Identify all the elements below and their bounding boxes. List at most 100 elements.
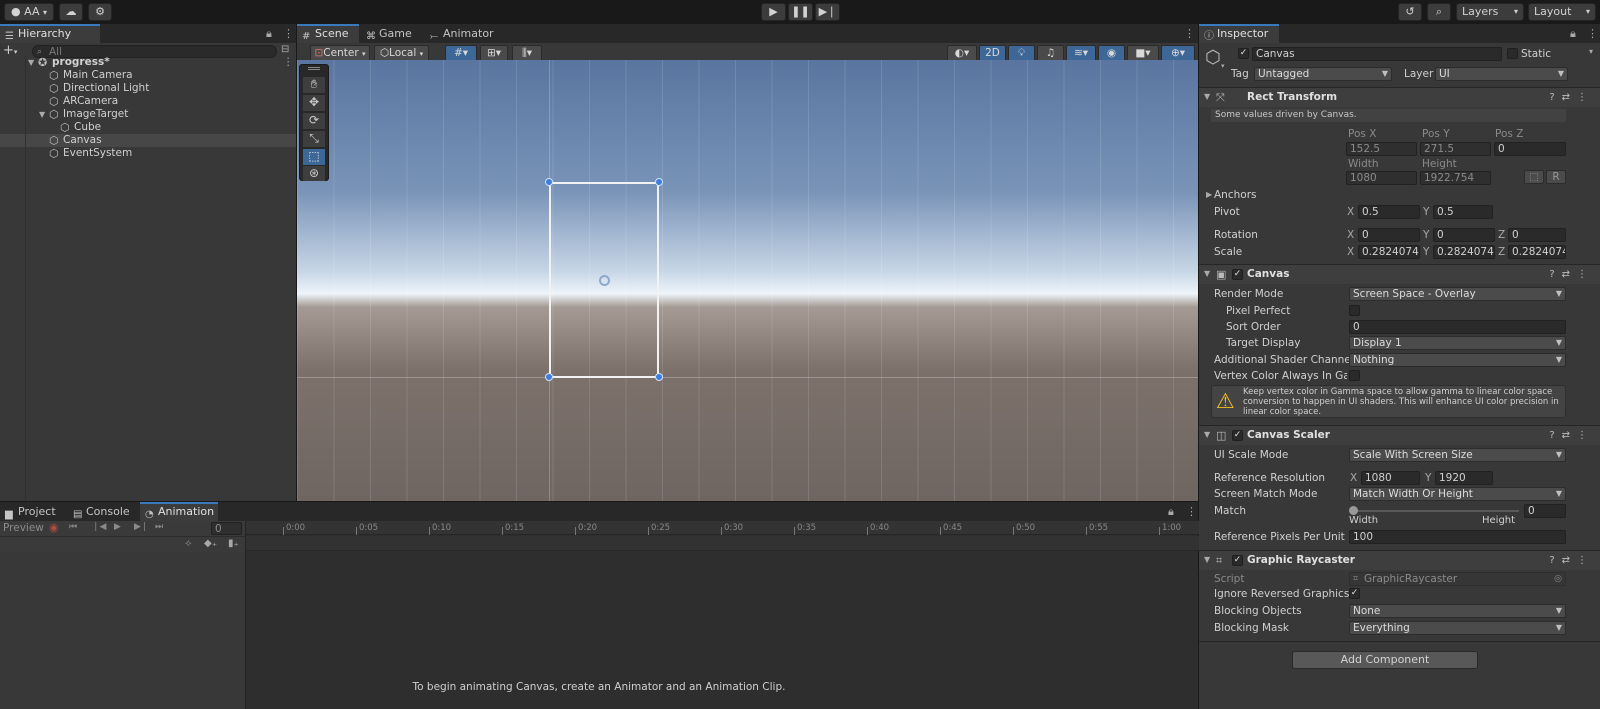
sort-order-field[interactable]: 0	[1349, 320, 1566, 334]
lock-icon[interactable]: 🔒︎	[1570, 27, 1576, 41]
pivot-handle[interactable]	[599, 275, 610, 286]
prev-keyframe-icon[interactable]: ❘◀	[92, 522, 106, 532]
rect-handle[interactable]	[545, 373, 553, 381]
blocking-mask-dropdown[interactable]: Everything ▼	[1349, 621, 1566, 635]
kebab-menu-icon[interactable]: ⋮	[1587, 27, 1598, 40]
last-keyframe-icon[interactable]: ⏭	[155, 522, 163, 532]
account-button[interactable]: ● AA ▾	[4, 3, 54, 21]
pivot-y-field[interactable]: 0.5	[1433, 205, 1493, 219]
ui-scale-mode-dropdown[interactable]: Scale With Screen Size ▼	[1349, 448, 1566, 462]
fold-arrow-icon[interactable]: ▼	[39, 108, 45, 121]
tab-inspector[interactable]: ⓘ Inspector	[1199, 24, 1279, 43]
rect-handle[interactable]	[655, 373, 663, 381]
pause-button[interactable]: ❚❚	[788, 3, 813, 21]
component-header-icons[interactable]: ?⇄⋮	[1549, 92, 1594, 103]
match-slider-track[interactable]	[1353, 510, 1519, 512]
ignore-reversed-checkbox[interactable]: ✓	[1349, 588, 1360, 599]
target-display-dropdown[interactable]: Display 1 ▼	[1349, 336, 1566, 350]
search-filter-icon[interactable]: ⊟	[281, 44, 289, 55]
next-keyframe-icon[interactable]: ▶❘	[134, 522, 148, 532]
canvas-scaler-enabled-checkbox[interactable]: ✓	[1232, 430, 1243, 441]
tab-game[interactable]: ⌘ Game	[361, 24, 421, 43]
layer-dropdown[interactable]: UI ▼	[1435, 67, 1568, 81]
active-checkbox[interactable]: ✓	[1238, 48, 1249, 59]
move-tool-button[interactable]: ✥	[303, 95, 325, 111]
layers-dropdown[interactable]: Layers ▾	[1456, 3, 1524, 21]
rotation-y-field[interactable]: 0	[1433, 228, 1495, 242]
lock-icon[interactable]: 🔒︎	[1168, 505, 1174, 519]
rect-transform-header[interactable]: ▼ ⤧ Rect Transform ?⇄⋮	[1199, 87, 1600, 107]
script-field[interactable]: ⌗ GraphicRaycaster ◎	[1349, 572, 1566, 586]
ref-resolution-x-field[interactable]: 1080	[1361, 471, 1420, 485]
event-track[interactable]	[246, 536, 1199, 551]
drag-handle-icon[interactable]	[308, 67, 320, 70]
static-dropdown-arrow[interactable]: ▾	[1589, 47, 1593, 56]
posz-field[interactable]: 0	[1494, 142, 1566, 156]
posx-field[interactable]: 152.5	[1346, 142, 1417, 156]
pivot-x-field[interactable]: 0.5	[1358, 205, 1420, 219]
add-keyframe-icon[interactable]: ◆₊	[204, 538, 217, 549]
hierarchy-item[interactable]: ▼ ⬡ ImageTarget	[0, 108, 296, 121]
width-field[interactable]: 1080	[1346, 171, 1417, 185]
rotate-tool-button[interactable]: ⟳	[303, 113, 325, 129]
rect-tool-button[interactable]: ⬚	[303, 149, 325, 165]
tab-animator[interactable]: ⤚ Animator	[425, 24, 495, 43]
static-checkbox[interactable]	[1507, 48, 1518, 59]
object-name-field[interactable]: Canvas	[1252, 47, 1502, 61]
scene-viewport[interactable]: ✋︎ ✥ ⟳ ⤡ ⬚ ⊛	[297, 60, 1198, 501]
raw-edit-button[interactable]: R	[1546, 170, 1566, 184]
search-button[interactable]: ⌕	[1427, 3, 1451, 21]
play-button[interactable]: ▶	[761, 3, 786, 21]
anchors-label[interactable]: Anchors	[1214, 189, 1256, 201]
tab-console[interactable]: ▤ Console	[68, 502, 138, 521]
preview-button[interactable]: Preview	[3, 522, 44, 534]
raycaster-enabled-checkbox[interactable]: ✓	[1232, 555, 1243, 566]
hand-tool-button[interactable]: ✋︎	[303, 77, 325, 93]
hierarchy-item-selected[interactable]: ⬡ Canvas	[0, 134, 296, 147]
rotation-z-field[interactable]: 0	[1508, 228, 1566, 242]
rotation-x-field[interactable]: 0	[1358, 228, 1420, 242]
component-header-icons[interactable]: ?⇄⋮	[1549, 269, 1594, 280]
match-value-field[interactable]: 0	[1524, 504, 1566, 518]
tab-scene[interactable]: # Scene	[297, 24, 359, 43]
match-slider-thumb[interactable]	[1349, 506, 1358, 515]
first-keyframe-icon[interactable]: ⏮	[69, 522, 77, 532]
tag-dropdown[interactable]: Untagged ▼	[1254, 67, 1392, 81]
target-icon[interactable]: ◎	[1554, 573, 1562, 585]
blueprint-mode-button[interactable]: ⬚	[1524, 170, 1544, 184]
scale-y-field[interactable]: 0.2824074	[1433, 245, 1495, 259]
canvas-header[interactable]: ▼ ▣ ✓ Canvas ?⇄⋮	[1199, 264, 1600, 284]
frame-field[interactable]: 0	[211, 522, 242, 535]
posy-field[interactable]: 271.5	[1420, 142, 1491, 156]
graphic-raycaster-header[interactable]: ▼ ⌗ ✓ Graphic Raycaster ?⇄⋮	[1199, 550, 1600, 570]
hierarchy-item[interactable]: ⬡ ARCamera	[0, 95, 296, 108]
filter-icon[interactable]: ⟡	[185, 538, 192, 549]
icon-dropdown-arrow[interactable]: ▾	[1221, 62, 1225, 70]
scale-z-field[interactable]: 0.2824074	[1508, 245, 1566, 259]
hierarchy-item[interactable]: ⬡ EventSystem	[0, 147, 296, 160]
scene-root-row[interactable]: ▼ ✪ progress* ⋮	[0, 56, 296, 69]
add-event-icon[interactable]: ▮₊	[228, 538, 239, 549]
cloud-button[interactable]: ☁	[59, 3, 83, 21]
step-button[interactable]: ▶❘	[815, 3, 840, 21]
canvas-scaler-header[interactable]: ▼ ◫ ✓ Canvas Scaler ?⇄⋮	[1199, 425, 1600, 445]
blocking-objects-dropdown[interactable]: None ▼	[1349, 604, 1566, 618]
scene-kebab-icon[interactable]: ⋮	[283, 56, 294, 69]
fold-arrow-icon[interactable]: ▶	[1206, 190, 1212, 199]
transform-tool-button[interactable]: ⊛	[303, 166, 325, 181]
scale-x-field[interactable]: 0.2824074	[1358, 245, 1420, 259]
kebab-menu-icon[interactable]: ⋮	[1184, 27, 1195, 40]
ref-resolution-y-field[interactable]: 1920	[1435, 471, 1493, 485]
services-button[interactable]: ⚙	[88, 3, 112, 21]
pixel-perfect-checkbox[interactable]	[1349, 305, 1360, 316]
component-header-icons[interactable]: ?⇄⋮	[1549, 430, 1594, 441]
canvas-enabled-checkbox[interactable]: ✓	[1232, 269, 1243, 280]
tab-animation[interactable]: ◔ Animation	[140, 502, 218, 521]
vertex-color-checkbox[interactable]	[1349, 370, 1360, 381]
rect-handle[interactable]	[655, 178, 663, 186]
kebab-menu-icon[interactable]: ⋮	[283, 27, 294, 40]
rect-handle[interactable]	[545, 178, 553, 186]
record-icon[interactable]: ◉	[49, 521, 59, 534]
ref-ppu-field[interactable]: 100	[1349, 530, 1566, 544]
shader-channels-dropdown[interactable]: Nothing ▼	[1349, 353, 1566, 367]
